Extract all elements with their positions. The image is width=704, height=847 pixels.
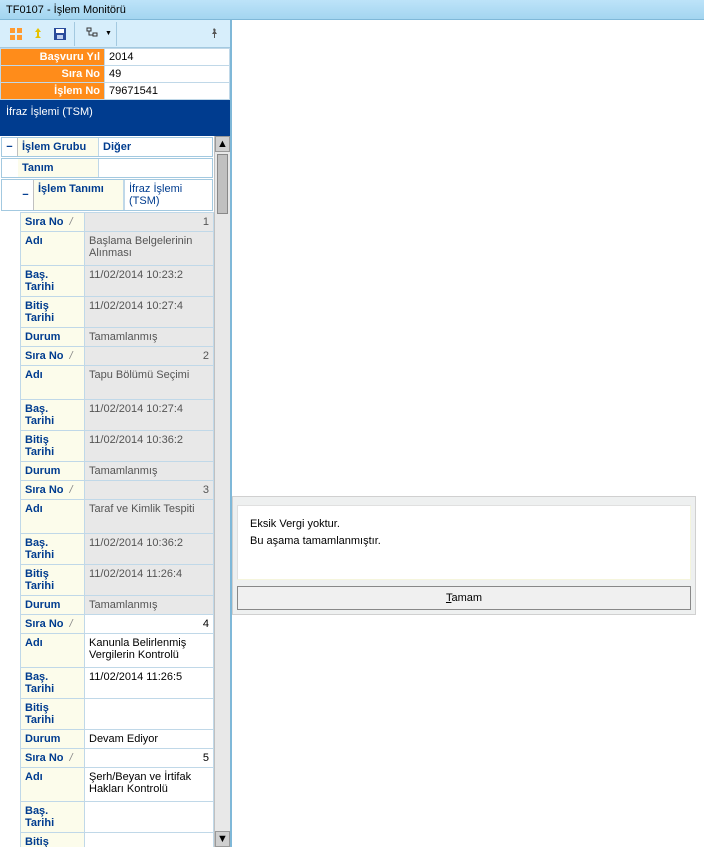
steps-table: Sıra No/1AdıBaşlama Belgelerinin Alınmas… [20, 212, 214, 847]
step-bas-value [85, 802, 214, 833]
basvuru-yil-value[interactable]: 2014 [105, 49, 230, 66]
islem-grubu-row: − İşlem Grubu Diğer [1, 137, 213, 157]
dialog-line2: Bu aşama tamamlanmıştır. [250, 533, 678, 550]
step-sira-label: Sıra No/ [21, 213, 85, 232]
islem-no-value[interactable]: 79671541 [105, 83, 230, 100]
header-table: Başvuru Yıl 2014 Sıra No 49 İşlem No 796… [0, 48, 230, 100]
step-durum-label: Durum [21, 596, 85, 615]
step-sira-label: Sıra No/ [21, 347, 85, 366]
step-bas-value: 11/02/2014 10:23:2 [85, 266, 214, 297]
message-dialog: Eksik Vergi yoktur. Bu aşama tamamlanmış… [232, 496, 696, 615]
save-icon[interactable] [50, 24, 70, 44]
islem-tanimi-row: − İşlem Tanımı İfraz İşlemi (TSM) [1, 179, 213, 211]
scroll-down-icon[interactable]: ▼ [215, 831, 230, 847]
tree-icon[interactable] [83, 24, 103, 44]
islem-grubu-value: Diğer [98, 138, 212, 156]
step-bas-value: 11/02/2014 10:36:2 [85, 534, 214, 565]
toolbar: ▼ [0, 20, 230, 48]
step-sira-value: 5 [85, 749, 214, 768]
basvuru-yil-label: Başvuru Yıl [1, 49, 105, 66]
scrollbar[interactable]: ▲ ▼ [214, 136, 230, 847]
islem-tanimi-label: İşlem Tanımı [34, 180, 124, 210]
step-bitis-label: Bitiş Tarihi [21, 431, 85, 462]
main-window: TF0107 - İşlem Monitörü [0, 0, 704, 847]
step-adi-value: Taraf ve Kimlik Tespiti [85, 500, 214, 534]
step-bitis-value: 11/02/2014 10:36:2 [85, 431, 214, 462]
tanim-value [98, 159, 212, 177]
step-sira-label: Sıra No/ [21, 615, 85, 634]
step-durum-label: Durum [21, 328, 85, 347]
sira-no-label: Sıra No [1, 66, 105, 83]
step-durum-label: Durum [21, 462, 85, 481]
detail-area: − İşlem Grubu Diğer Tanım − İşlem Tanımı… [0, 136, 230, 847]
step-durum-value: Tamamlanmış [85, 328, 214, 347]
step-adi-label: Adı [21, 768, 85, 802]
steps-container: Sıra No/1AdıBaşlama Belgelerinin Alınmas… [0, 212, 214, 847]
step-adi-value: Başlama Belgelerinin Alınması [85, 232, 214, 266]
step-durum-value: Tamamlanmış [85, 462, 214, 481]
scroll-up-icon[interactable]: ▲ [215, 136, 230, 152]
title-bar[interactable]: TF0107 - İşlem Monitörü [0, 0, 704, 20]
step-sira-value: 1 [85, 213, 214, 232]
dropdown-arrow-icon[interactable]: ▼ [105, 30, 112, 37]
window-title: TF0107 - İşlem Monitörü [6, 4, 126, 16]
step-sira-label: Sıra No/ [21, 481, 85, 500]
sira-no-value[interactable]: 49 [105, 66, 230, 83]
step-adi-label: Adı [21, 500, 85, 534]
tanim-row: Tanım [1, 158, 213, 178]
step-bitis-label: Bitiş Tarihi [21, 699, 85, 730]
step-bitis-label: Bitiş Tarihi [21, 833, 85, 847]
step-bas-label: Baş. Tarihi [21, 266, 85, 297]
tanim-label: Tanım [18, 159, 98, 177]
step-sira-value: 3 [85, 481, 214, 500]
step-bas-label: Baş. Tarihi [21, 668, 85, 699]
step-adi-value: Şerh/Beyan ve İrtifak Hakları Kontrolü [85, 768, 214, 802]
step-adi-value: Kanunla Belirlenmiş Vergilerin Kontrolü [85, 634, 214, 668]
step-durum-value: Tamamlanmış [85, 596, 214, 615]
app-icon[interactable] [6, 24, 26, 44]
scroll-thumb[interactable] [217, 154, 228, 214]
step-durum-label: Durum [21, 730, 85, 749]
pin-icon[interactable] [204, 24, 224, 44]
content: ▼ Başvuru Yıl 2014 Sıra No 49 İşlem No 7… [0, 20, 704, 847]
collapse-toggle[interactable]: − [2, 138, 18, 156]
right-panel: Eksik Vergi yoktur. Bu aşama tamamlanmış… [232, 20, 704, 847]
tamam-button[interactable]: Tamam [237, 586, 691, 610]
step-bitis-value: 11/02/2014 10:27:4 [85, 297, 214, 328]
step-bas-label: Baş. Tarihi [21, 802, 85, 833]
step-bitis-value [85, 699, 214, 730]
step-bitis-value: 11/02/2014 11:26:4 [85, 565, 214, 596]
islem-grubu-label: İşlem Grubu [18, 138, 98, 156]
step-adi-label: Adı [21, 634, 85, 668]
step-durum-value: Devam Ediyor [85, 730, 214, 749]
step-adi-label: Adı [21, 366, 85, 400]
step-bas-value: 11/02/2014 10:27:4 [85, 400, 214, 431]
step-bitis-value [85, 833, 214, 847]
process-title-bar: İfraz İşlemi (TSM) [0, 100, 230, 136]
dialog-message: Eksik Vergi yoktur. Bu aşama tamamlanmış… [237, 505, 691, 580]
step-adi-label: Adı [21, 232, 85, 266]
step-bas-label: Baş. Tarihi [21, 400, 85, 431]
left-panel: ▼ Başvuru Yıl 2014 Sıra No 49 İşlem No 7… [0, 20, 232, 847]
refresh-icon[interactable] [28, 24, 48, 44]
step-sira-label: Sıra No/ [21, 749, 85, 768]
collapse-toggle-2[interactable]: − [18, 180, 34, 210]
step-bas-label: Baş. Tarihi [21, 534, 85, 565]
step-sira-value: 4 [85, 615, 214, 634]
step-adi-value: Tapu Bölümü Seçimi [85, 366, 214, 400]
step-bas-value: 11/02/2014 11:26:5 [85, 668, 214, 699]
step-bitis-label: Bitiş Tarihi [21, 565, 85, 596]
step-sira-value: 2 [85, 347, 214, 366]
step-bitis-label: Bitiş Tarihi [21, 297, 85, 328]
dialog-line1: Eksik Vergi yoktur. [250, 516, 678, 533]
islem-no-label: İşlem No [1, 83, 105, 100]
islem-tanimi-value: İfraz İşlemi (TSM) [124, 180, 212, 210]
